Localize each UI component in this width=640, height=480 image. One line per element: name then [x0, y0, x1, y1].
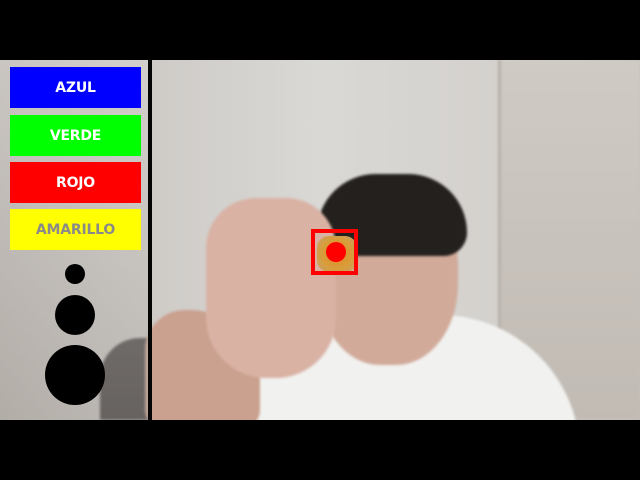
color-button-blue[interactable]: AZUL — [10, 67, 141, 108]
color-button-label: VERDE — [49, 127, 102, 144]
color-button-red[interactable]: ROJO — [10, 162, 141, 203]
tracking-dot — [326, 242, 346, 262]
brush-size-large[interactable] — [45, 345, 105, 405]
color-button-label: AMARILLO — [35, 221, 116, 238]
panel-divider — [148, 60, 152, 420]
brush-size-small[interactable] — [65, 264, 85, 284]
color-button-yellow[interactable]: AMARILLO — [10, 209, 141, 250]
brush-size-medium[interactable] — [55, 295, 95, 335]
color-button-label: AZUL — [55, 79, 96, 96]
camera-frame: AZUL VERDE ROJO AMARILLO — [0, 0, 640, 480]
color-button-label: ROJO — [56, 174, 95, 191]
color-button-green[interactable]: VERDE — [10, 115, 141, 156]
person-hand — [206, 198, 336, 378]
